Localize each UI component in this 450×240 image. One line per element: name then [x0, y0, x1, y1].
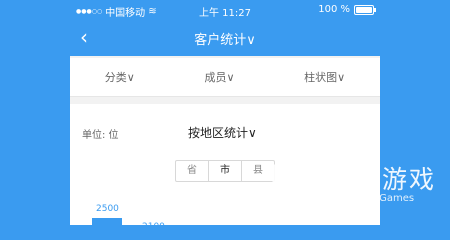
- watermark-logo-icon: [272, 164, 318, 208]
- status-right: 100 %: [318, 4, 376, 15]
- group-by-dropdown[interactable]: 按地区统计∨: [188, 124, 257, 141]
- region-level-segmented-control: 省 市 县: [175, 160, 275, 182]
- bar-value-label: 2500: [96, 204, 119, 214]
- filter-member[interactable]: 成员∨: [204, 69, 234, 85]
- nav-bar: ‹ 客户统计∨: [70, 20, 380, 56]
- filter-chart-type[interactable]: 柱状图∨: [304, 69, 345, 85]
- battery-icon: [354, 4, 376, 15]
- chart-bar: [92, 218, 122, 225]
- filter-category[interactable]: 分类∨: [105, 69, 135, 85]
- status-bar: ●●●○○ 中国移动 ≋ 上午 11:27 100 %: [70, 0, 380, 20]
- filter-bar: 分类∨ 成员∨ 柱状图∨: [70, 58, 380, 97]
- segment-province[interactable]: 省: [176, 161, 208, 181]
- bar-value-label: 2100: [142, 222, 165, 225]
- watermark-subtitle: Rengwan Games: [330, 193, 415, 204]
- watermark-title: 仍玩游戏: [328, 165, 437, 194]
- unit-label: 单位: 位: [82, 130, 119, 141]
- segment-city[interactable]: 市: [208, 161, 241, 181]
- page-title[interactable]: 客户统计∨: [70, 29, 380, 48]
- battery-percent: 100 %: [318, 4, 350, 15]
